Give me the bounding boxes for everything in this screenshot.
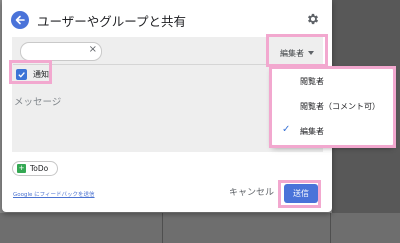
todo-button[interactable]: + ToDo: [12, 161, 58, 176]
role-dropdown-label: 編集者: [280, 48, 304, 58]
role-menu-item-editor[interactable]: ✓ 編集者: [272, 120, 393, 142]
settings-button[interactable]: [305, 11, 321, 27]
back-button[interactable]: [11, 11, 29, 29]
backdrop-divider: [162, 213, 163, 243]
chevron-down-icon: [308, 51, 314, 55]
feedback-link[interactable]: Google にフィードバックを送信: [13, 190, 95, 198]
role-menu-item-viewer[interactable]: 閲覧者: [272, 70, 393, 92]
role-menu-item-commenter[interactable]: 閲覧者（コメント可）: [272, 95, 393, 117]
backdrop-divider: [330, 213, 331, 243]
check-icon: [18, 72, 25, 78]
gear-icon: [307, 13, 319, 25]
recipient-chip[interactable]: ×: [20, 42, 102, 61]
role-dropdown-button[interactable]: 編集者: [270, 40, 324, 66]
arrow-left-icon: [15, 15, 25, 25]
chip-close-icon[interactable]: ×: [89, 44, 97, 55]
backdrop-bottom-bar: [0, 213, 400, 243]
notify-checkbox[interactable]: [16, 69, 27, 80]
send-button[interactable]: 送信: [284, 184, 318, 203]
todo-label: ToDo: [30, 164, 49, 173]
role-menu-item-label: 閲覧者: [300, 77, 324, 86]
dialog-title: ユーザーやグループと共有: [37, 14, 187, 29]
role-menu-item-label: 閲覧者（コメント可）: [300, 102, 380, 111]
role-menu-item-label: 編集者: [300, 127, 324, 136]
notify-row: 通知: [13, 64, 273, 87]
cancel-button[interactable]: キャンセル: [229, 185, 274, 198]
notify-label: 通知: [33, 70, 49, 79]
message-input[interactable]: メッセージ: [14, 94, 61, 108]
check-icon: ✓: [282, 124, 291, 135]
plus-icon: +: [17, 164, 26, 173]
role-menu: 閲覧者 閲覧者（コメント可） ✓ 編集者: [272, 68, 393, 146]
